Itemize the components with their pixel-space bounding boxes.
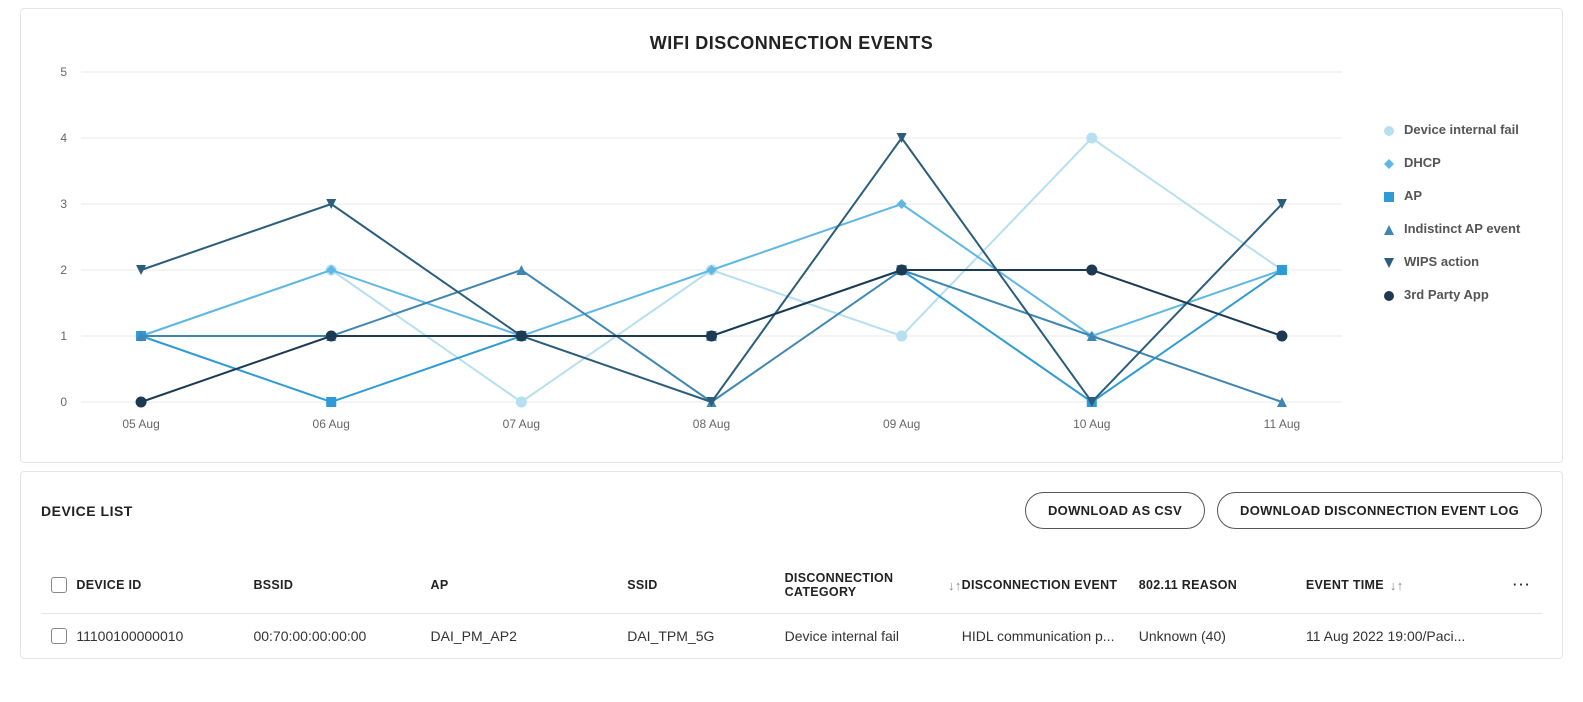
svg-text:07 Aug: 07 Aug [503,417,540,431]
device-table: DEVICE ID BSSID AP SSID DISCONNECTION CA… [41,557,1542,658]
svg-text:10 Aug: 10 Aug [1073,417,1110,431]
legend-item[interactable]: AP [1382,188,1542,203]
svg-text:3: 3 [60,197,67,211]
legend-label: WIPS action [1404,254,1479,269]
cell-reason: Unknown (40) [1139,628,1306,644]
svg-text:06 Aug: 06 Aug [313,417,350,431]
sort-icon[interactable]: ↓↑ [948,578,962,593]
svg-text:1: 1 [60,329,67,343]
table-header-row: DEVICE ID BSSID AP SSID DISCONNECTION CA… [41,557,1542,614]
legend-item[interactable]: Device internal fail [1382,122,1542,137]
legend-label: Indistinct AP event [1404,221,1520,236]
download-csv-button[interactable]: DOWNLOAD AS CSV [1025,492,1205,529]
legend-item[interactable]: Indistinct AP event [1382,221,1542,236]
download-log-button[interactable]: DOWNLOAD DISCONNECTION EVENT LOG [1217,492,1542,529]
cell-category: Device internal fail [785,628,962,644]
col-header-bssid[interactable]: BSSID [253,578,430,592]
cell-time: 11 Aug 2022 19:00/Paci... [1306,628,1503,644]
cell-event: HIDL communication p... [962,628,1139,644]
legend-item[interactable]: 3rd Party App [1382,287,1542,302]
legend-label: DHCP [1404,155,1441,170]
col-header-device-id[interactable]: DEVICE ID [76,578,253,592]
cell-ssid: DAI_TPM_5G [627,628,784,644]
col-header-event[interactable]: DISCONNECTION EVENT [962,578,1139,592]
col-header-ssid[interactable]: SSID [627,578,784,592]
device-list-title: DEVICE LIST [41,503,133,519]
cell-bssid: 00:70:00:00:00:00 [253,628,430,644]
svg-text:08 Aug: 08 Aug [693,417,730,431]
chart-legend: Device internal fail DHCP AP Indistinct AP … [1362,62,1542,442]
table-row[interactable]: 1110010000001000:70:00:00:00:00DAI_PM_AP… [41,614,1542,658]
svg-text:11 Aug: 11 Aug [1264,417,1300,431]
legend-label: AP [1404,188,1422,203]
cell-ap: DAI_PM_AP2 [431,628,628,644]
col-header-time[interactable]: EVENT TIME ↓↑ [1306,578,1503,593]
svg-text:2: 2 [60,263,67,277]
col-header-category[interactable]: DISCONNECTION CATEGORY ↓↑ [785,571,962,599]
select-all-checkbox[interactable] [51,577,67,593]
device-list-panel: DEVICE LIST DOWNLOAD AS CSV DOWNLOAD DIS… [20,471,1563,659]
chart-title: WIFI DISCONNECTION EVENTS [41,33,1542,54]
legend-item[interactable]: DHCP [1382,155,1542,170]
chart-panel: WIFI DISCONNECTION EVENTS 0 1 2 3 4 5 05 Aug 06… [20,8,1563,463]
legend-item[interactable]: WIPS action [1382,254,1542,269]
svg-text:4: 4 [60,131,67,145]
svg-text:5: 5 [60,65,67,79]
svg-text:05 Aug: 05 Aug [122,417,159,431]
legend-label: 3rd Party App [1404,287,1489,302]
col-header-reason[interactable]: 802.11 REASON [1139,578,1306,592]
sort-icon[interactable]: ↓↑ [1390,578,1404,593]
legend-label: Device internal fail [1404,122,1519,137]
col-header-ap[interactable]: AP [431,578,628,592]
svg-text:09 Aug: 09 Aug [883,417,920,431]
chart-plot-area: 0 1 2 3 4 5 05 Aug 06 Aug 07 Aug 08 Aug 09 Aug 10 A… [41,62,1362,442]
row-checkbox[interactable] [51,628,67,644]
more-columns-icon[interactable]: ··· [1503,578,1542,592]
cell-device-id: 11100100000010 [76,628,253,644]
svg-text:0: 0 [60,395,67,409]
